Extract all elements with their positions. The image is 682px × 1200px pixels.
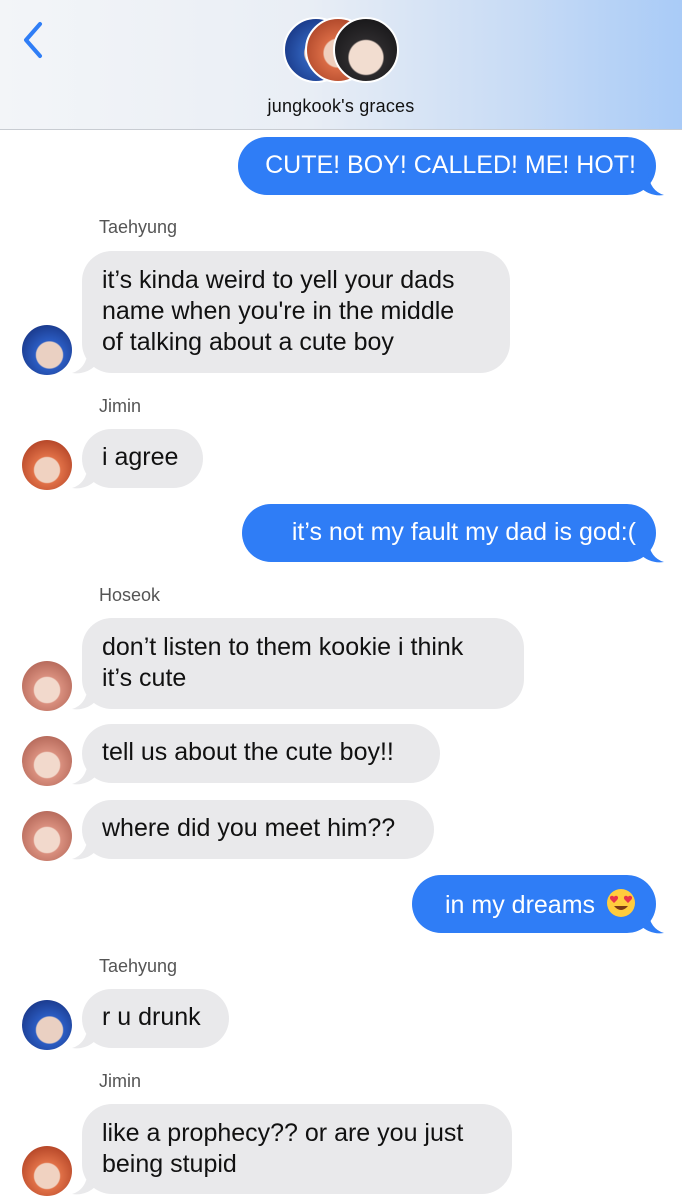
message-text: in my dreams [445,891,596,919]
avatar[interactable] [22,1000,72,1050]
message-text: i agree [102,443,179,471]
heart-eyes-emoji-icon [607,889,635,917]
group-title[interactable]: jungkook's graces [0,96,682,117]
chevron-left-icon[interactable] [18,20,48,60]
message-bubble[interactable]: tell us about the cute boy!! [82,724,440,783]
message-bubble[interactable]: it’s kinda weird to yell your dads name … [82,251,510,373]
sender-name: Taehyung [99,956,178,976]
avatar[interactable] [22,736,72,786]
message-bubble[interactable]: don’t listen to them kookie i think it’s… [82,618,524,709]
message-text: being stupid [102,1150,237,1178]
message-bubble[interactable]: i agree [82,429,203,488]
sender-name: Taehyung [99,217,178,237]
message-text: of talking about a cute boy [102,328,394,356]
message-bubble[interactable]: r u drunk [82,989,229,1048]
sender-name: Jimin [99,1071,142,1091]
bubble-tail-icon [640,911,664,934]
message-bubble[interactable]: it’s not my fault my dad is god:( [242,504,656,562]
avatar[interactable] [22,661,72,711]
message-text: it’s kinda weird to yell your dads [102,266,455,294]
message-text: name when you're in the middle [102,297,455,325]
message-bubble[interactable]: in my dreams [412,875,656,933]
message-text: it’s cute [102,664,187,692]
message-text: CUTE! BOY! CALLED! ME! HOT! [265,151,636,179]
sender-name: Hoseok [99,585,161,605]
message-bubble[interactable]: CUTE! BOY! CALLED! ME! HOT! [238,137,656,195]
message-text: tell us about the cute boy!! [102,738,394,766]
avatar[interactable] [22,1146,72,1196]
avatar[interactable] [22,811,72,861]
message-text: like a prophecy?? or are you just [102,1119,464,1147]
message-bubble[interactable]: like a prophecy?? or are you just being … [82,1104,512,1194]
sender-name: Jimin [99,396,142,416]
message-bubble[interactable]: where did you meet him?? [82,800,434,859]
message-text: don’t listen to them kookie i think [102,633,464,661]
message-text: it’s not my fault my dad is god:( [291,518,636,546]
message-text: r u drunk [102,1003,201,1031]
message-text: where did you meet him?? [102,814,396,842]
avatar[interactable] [22,325,72,375]
group-avatar-stack[interactable] [283,17,403,89]
bubble-tail-icon [640,173,664,196]
group-avatar-jungkook [333,17,399,83]
avatar[interactable] [22,440,72,490]
conversation-header: jungkook's graces [0,0,682,130]
bubble-tail-icon [640,540,664,563]
